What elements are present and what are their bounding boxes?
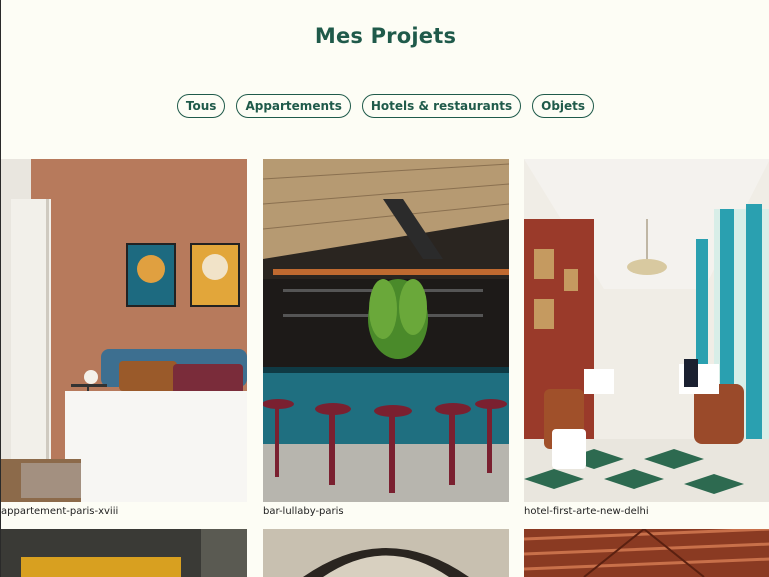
project-card-row2-2[interactable] [263, 529, 509, 577]
project-card-hotel[interactable]: hotel-first-arte-new-delhi [524, 159, 769, 524]
project-image-hotel[interactable] [524, 159, 769, 502]
filter-all[interactable]: Tous [176, 94, 226, 118]
project-card-row2-1[interactable] [1, 529, 247, 577]
filter-hotels-restaurants[interactable]: Hotels & restaurants [361, 94, 522, 118]
filter-apartments[interactable]: Appartements [236, 94, 351, 118]
filter-objects[interactable]: Objets [532, 94, 595, 118]
project-caption-hotel[interactable]: hotel-first-arte-new-delhi [524, 506, 649, 517]
project-caption-bar[interactable]: bar-lullaby-paris [263, 506, 344, 517]
project-card-row2-3[interactable] [524, 529, 769, 577]
project-card-bar[interactable]: bar-lullaby-paris [263, 159, 510, 524]
project-card-apartment[interactable]: appartement-paris-xviii [1, 159, 248, 524]
category-filters: Tous Appartements Hotels & restaurants O… [1, 94, 769, 118]
project-caption-apartment[interactable]: appartement-paris-xviii [1, 506, 118, 517]
page-title: Mes Projets [314, 24, 457, 48]
project-image-bar[interactable] [263, 159, 509, 502]
project-image-apartment[interactable] [1, 159, 247, 502]
